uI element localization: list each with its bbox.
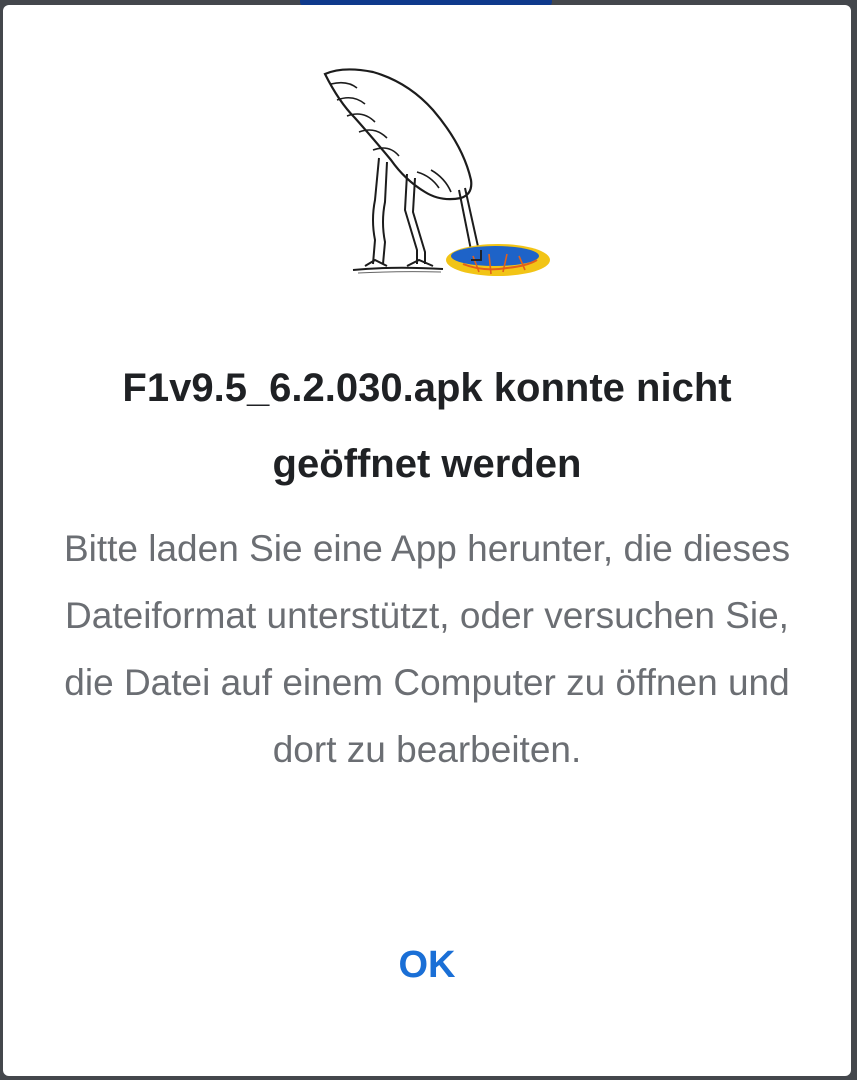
dialog-message: Bitte laden Sie eine App herunter, die d… — [63, 528, 791, 770]
error-dialog: F1v9.5_6.2.030.apk konnte nicht geöffnet… — [3, 5, 851, 1076]
dialog-title: F1v9.5_6.2.030.apk konnte nicht geöffnet… — [122, 366, 732, 486]
ostrich-head-in-hole-illustration — [323, 68, 550, 276]
ok-button[interactable]: OK — [352, 927, 502, 1003]
